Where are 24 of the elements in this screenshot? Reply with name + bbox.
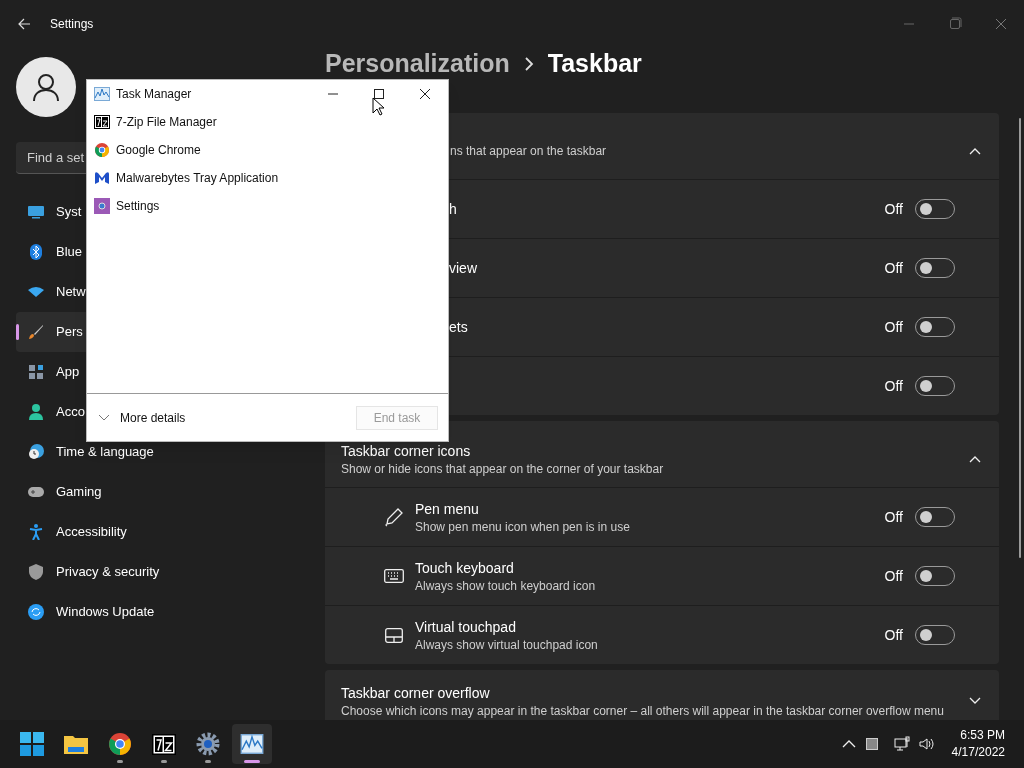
setting-label: view [449,258,478,278]
setting-label: h [449,199,458,219]
window-title: Settings [50,16,94,33]
toggle-state: Off [884,625,903,645]
section-title: Taskbar corner overflow [341,684,491,703]
toggle-state: Off [884,317,903,337]
setting-description: Show pen menu icon when pen is in use [415,518,631,535]
setting-label: Pen menu [415,499,480,519]
section-title: Taskbar corner icons [341,442,472,461]
section-description: Choose which icons may appear in the taskbar corner – all others will appear in the taskbar corner overflow menu [341,703,945,719]
setting-label: ets [449,317,469,337]
toggle-state: Off [884,258,903,278]
section-description: ns that appear on the taskbar [450,143,608,159]
toggle-state: Off [884,376,903,396]
toggle-state: Off [884,566,903,586]
toggle-state: Off [884,199,903,219]
toggle-state: Off [884,507,903,527]
setting-description: Always show virtual touchpad icon [415,636,599,653]
task-manager-title: Task Manager [116,86,192,103]
setting-description: Always show touch keyboard icon [415,577,597,594]
setting-label: Touch keyboard [415,558,515,578]
page-title: Taskbar [547,49,642,78]
setting-label: Virtual touchpad [415,617,517,637]
section-description: Show or hide icons that appear on the corner of your taskbar [341,461,665,477]
